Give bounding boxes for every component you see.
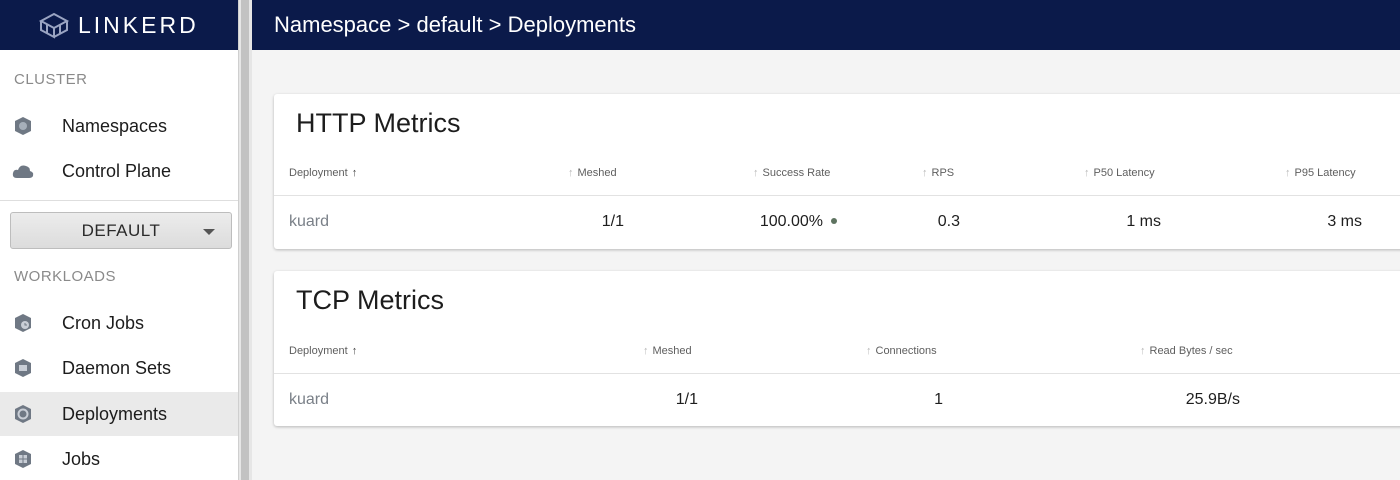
sidebar-item-label: Namespaces xyxy=(62,115,168,136)
deployment-link[interactable]: kuard xyxy=(289,391,329,409)
sort-arrow-icon: ↑ xyxy=(1285,167,1291,179)
tcp-metrics-title: TCP Metrics xyxy=(296,285,445,315)
deployment-icon xyxy=(12,403,34,425)
column-header-label: RPS xyxy=(931,167,955,179)
sidebar-item-namespaces[interactable]: Namespaces xyxy=(0,104,238,148)
success-rate-value: 100.00% xyxy=(759,213,823,230)
tcp-metrics-card: TCP Metrics Deployment ↑ ↑ Meshed ↑ Connect… xyxy=(274,271,1400,426)
column-header-label: Deployment xyxy=(289,167,348,179)
column-header-label: Connections xyxy=(875,345,937,357)
column-header-read-bytes[interactable]: ↑ Read Bytes / sec xyxy=(1140,345,1233,357)
column-header-meshed[interactable]: ↑ Meshed xyxy=(568,167,617,179)
sidebar-item-label: Deployments xyxy=(62,403,168,424)
sidebar-item-label: Cron Jobs xyxy=(62,312,145,333)
cluster-section-label: CLUSTER xyxy=(14,71,88,88)
linkerd-logo-icon[interactable] xyxy=(38,11,70,39)
top-bar: Namespace > default > Deployments xyxy=(252,0,1400,50)
http-metrics-title: HTTP Metrics xyxy=(296,108,461,138)
column-header-label: Deployment xyxy=(289,345,348,357)
meshed-value: 1/1 xyxy=(675,391,698,408)
sort-arrow-icon: ↑ xyxy=(643,345,649,357)
status-dot-icon xyxy=(831,217,837,224)
table-header-divider xyxy=(274,373,1400,374)
column-header-label: Meshed xyxy=(577,167,617,179)
sort-arrow-icon: ↑ xyxy=(1084,167,1090,179)
column-header-deployment[interactable]: Deployment ↑ xyxy=(289,167,357,179)
sort-arrow-icon: ↑ xyxy=(753,167,759,179)
brand-name: LINKERD xyxy=(78,11,199,38)
sidebar-item-jobs[interactable]: Jobs xyxy=(0,437,238,480)
column-header-label: P95 Latency xyxy=(1294,167,1356,179)
column-header-label: Read Bytes / sec xyxy=(1149,345,1233,357)
deployment-link[interactable]: kuard xyxy=(289,213,329,231)
sidebar-divider xyxy=(0,200,238,201)
column-header-meshed[interactable]: ↑ Meshed xyxy=(643,345,692,357)
breadcrumb: Namespace > default > Deployments xyxy=(274,12,636,37)
job-icon xyxy=(12,448,34,470)
p50-latency-value: 1 ms xyxy=(1126,213,1161,230)
brand-bar: LINKERD xyxy=(0,0,238,50)
daemonset-icon xyxy=(12,357,34,379)
column-header-label: Meshed xyxy=(652,345,692,357)
sidebar-item-cron-jobs[interactable]: Cron Jobs xyxy=(0,301,238,345)
connections-value: 1 xyxy=(934,391,943,408)
read-bytes-value: 25.9B/s xyxy=(1185,391,1240,408)
workloads-section-label: WORKLOADS xyxy=(14,268,117,285)
table-header-divider xyxy=(274,195,1400,196)
sort-arrow-icon: ↑ xyxy=(866,345,872,357)
namespace-select-value: DEFAULT xyxy=(81,220,161,240)
column-header-rps[interactable]: ↑ RPS xyxy=(922,167,954,179)
sort-arrow-icon: ↑ xyxy=(1140,345,1146,357)
success-rate-cell: 100.00% xyxy=(760,213,837,231)
column-header-p50-latency[interactable]: ↑ P50 Latency xyxy=(1084,167,1155,179)
cloud-icon xyxy=(12,160,34,182)
column-header-label: P50 Latency xyxy=(1093,167,1155,179)
namespace-icon xyxy=(12,115,34,137)
rps-value: 0.3 xyxy=(937,213,960,230)
sidebar-item-daemon-sets[interactable]: Daemon Sets xyxy=(0,346,238,390)
sidebar: LINKERD CLUSTER Namespaces Control Plane… xyxy=(0,0,238,480)
namespace-select[interactable]: DEFAULT xyxy=(10,212,232,249)
sidebar-scrollbar-thumb[interactable] xyxy=(241,0,249,480)
column-header-p95-latency[interactable]: ↑ P95 Latency xyxy=(1285,167,1356,179)
sort-arrow-icon: ↑ xyxy=(922,167,928,179)
sort-arrow-icon: ↑ xyxy=(351,167,358,179)
sort-arrow-icon: ↑ xyxy=(568,167,574,179)
sidebar-item-label: Control Plane xyxy=(62,160,172,181)
column-header-connections[interactable]: ↑ Connections xyxy=(866,345,937,357)
http-metrics-card: HTTP Metrics Deployment ↑ ↑ Meshed ↑ Succes… xyxy=(274,94,1400,249)
p95-latency-value: 3 ms xyxy=(1327,213,1362,230)
column-header-deployment[interactable]: Deployment ↑ xyxy=(289,345,357,357)
column-header-success-rate[interactable]: ↑ Success Rate xyxy=(753,167,830,179)
chevron-down-icon xyxy=(203,229,215,235)
sidebar-item-label: Jobs xyxy=(62,448,101,469)
cronjob-icon xyxy=(12,312,34,334)
column-header-label: Success Rate xyxy=(762,167,831,179)
meshed-value: 1/1 xyxy=(601,213,624,230)
sidebar-item-control-plane[interactable]: Control Plane xyxy=(0,149,238,193)
sort-arrow-icon: ↑ xyxy=(351,345,358,357)
sidebar-item-deployments[interactable]: Deployments xyxy=(0,392,238,436)
sidebar-item-label: Daemon Sets xyxy=(62,357,172,378)
